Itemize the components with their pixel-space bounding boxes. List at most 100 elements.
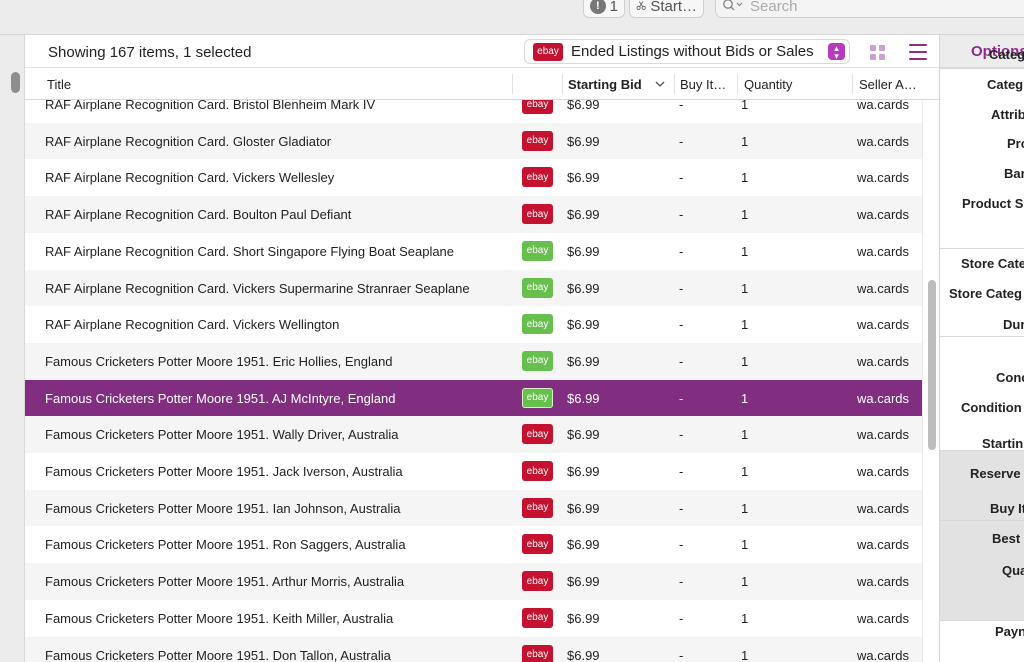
- row-starting-bid: $6.99: [567, 100, 600, 112]
- options-field-label: Startin: [982, 436, 1024, 451]
- row-buy-it-now: -: [679, 243, 684, 259]
- row-starting-bid: $6.99: [567, 280, 600, 296]
- row-starting-bid: $6.99: [567, 537, 600, 553]
- row-quantity: 1: [741, 610, 749, 626]
- search-field[interactable]: Search: [715, 0, 1024, 18]
- row-buy-it-now: -: [679, 427, 684, 443]
- column-headers: Title Starting Bid Buy It… Quantity Sell…: [25, 68, 939, 100]
- row-quantity: 1: [741, 100, 749, 112]
- ebay-status-icon: ebay: [522, 100, 553, 114]
- options-divider: [940, 68, 1024, 69]
- table-row[interactable]: RAF Airplane Recognition Card. Vickers W…: [25, 306, 922, 343]
- row-seller: wa.cards: [857, 353, 910, 369]
- alerts-button[interactable]: ! 1: [583, 0, 625, 18]
- left-sidebar-edge: [0, 35, 25, 662]
- options-section: [940, 336, 1024, 450]
- table-row-selected[interactable]: Famous Cricketers Potter Moore 1951. AJ …: [25, 379, 922, 417]
- options-field-label: Qua: [1002, 563, 1024, 578]
- table-row[interactable]: Famous Cricketers Potter Moore 1951. Ron…: [25, 526, 922, 563]
- row-quantity: 1: [741, 647, 749, 662]
- ebay-status-icon: ebay: [522, 497, 553, 518]
- row-quantity: 1: [741, 280, 749, 296]
- options-field-label: Condition: [961, 400, 1022, 415]
- table-row[interactable]: Famous Cricketers Potter Moore 1951. Eri…: [25, 342, 922, 380]
- table-row[interactable]: Famous Cricketers Potter Moore 1951. Art…: [25, 563, 922, 600]
- grid-view-icon[interactable]: [870, 45, 885, 60]
- row-title: RAF Airplane Recognition Card. Short Sin…: [45, 243, 455, 259]
- table-row[interactable]: RAF Airplane Recognition Card. Bristol B…: [25, 100, 922, 123]
- row-seller: wa.cards: [857, 647, 910, 662]
- table-row[interactable]: RAF Airplane Recognition Card. Vickers W…: [25, 159, 922, 196]
- row-starting-bid: $6.99: [567, 427, 600, 443]
- row-buy-it-now: -: [679, 280, 684, 296]
- search-placeholder: Search: [750, 0, 798, 15]
- sort-chevron-icon[interactable]: [655, 81, 665, 88]
- row-buy-it-now: -: [679, 133, 684, 149]
- table-row[interactable]: Famous Cricketers Potter Moore 1951. Wal…: [25, 416, 922, 453]
- options-field-label: Dur: [1003, 317, 1024, 332]
- table-row[interactable]: RAF Airplane Recognition Card. Vickers S…: [25, 269, 922, 307]
- sidebar-scroll-thumb[interactable]: [11, 72, 20, 93]
- row-quantity: 1: [741, 207, 749, 223]
- row-starting-bid: $6.99: [567, 464, 600, 479]
- row-title: Famous Cricketers Potter Moore 1951. Jac…: [45, 464, 403, 479]
- row-seller: wa.cards: [857, 464, 910, 479]
- table-row[interactable]: Famous Cricketers Potter Moore 1951. Ian…: [25, 489, 922, 527]
- options-divider: [940, 336, 1024, 337]
- scrollbar-thumb[interactable]: [928, 280, 936, 450]
- column-seller[interactable]: Seller A…: [859, 77, 917, 92]
- column-divider: [737, 74, 738, 94]
- vertical-scrollbar[interactable]: [922, 100, 939, 662]
- row-buy-it-now: -: [679, 390, 684, 406]
- row-buy-it-now: -: [679, 574, 684, 590]
- column-buy-it-now[interactable]: Buy It…: [680, 77, 726, 92]
- ebay-logo-icon: ebay: [533, 42, 563, 61]
- row-buy-it-now: -: [679, 537, 684, 553]
- row-title: Famous Cricketers Potter Moore 1951. Eri…: [45, 353, 393, 369]
- column-divider: [852, 74, 853, 94]
- column-quantity[interactable]: Quantity: [744, 77, 792, 92]
- table-row[interactable]: Famous Cricketers Potter Moore 1951. Don…: [25, 636, 922, 662]
- row-starting-bid: $6.99: [567, 647, 600, 662]
- listing-filter-select[interactable]: ebay Ended Listings without Bids or Sale…: [524, 39, 850, 64]
- row-starting-bid: $6.99: [567, 500, 600, 516]
- ebay-status-icon: ebay: [522, 277, 553, 298]
- table-row[interactable]: Famous Cricketers Potter Moore 1951. Kei…: [25, 600, 922, 637]
- list-view-icon[interactable]: [909, 44, 927, 60]
- row-starting-bid: $6.99: [567, 390, 600, 406]
- table-row[interactable]: RAF Airplane Recognition Card. Gloster G…: [25, 122, 922, 160]
- options-field-label: Store Cate: [961, 256, 1024, 271]
- row-title: Famous Cricketers Potter Moore 1951. Ron…: [45, 537, 406, 553]
- ebay-status-icon: ebay: [522, 424, 553, 445]
- options-divider: [940, 520, 1024, 521]
- table-row[interactable]: RAF Airplane Recognition Card. Short Sin…: [25, 233, 922, 270]
- listing-filter-value: Ended Listings without Bids or Sales: [571, 43, 814, 60]
- options-field-label: Categ: [989, 47, 1024, 62]
- row-title: Famous Cricketers Potter Moore 1951. Don…: [45, 647, 391, 662]
- row-quantity: 1: [741, 390, 749, 406]
- list-header: Showing 167 items, 1 selected ebay Ended…: [25, 35, 939, 68]
- row-starting-bid: $6.99: [567, 243, 600, 259]
- column-divider: [512, 74, 513, 94]
- row-quantity: 1: [741, 243, 749, 259]
- row-seller: wa.cards: [857, 610, 910, 626]
- options-divider: [940, 248, 1024, 249]
- start-button[interactable]: Start…: [629, 0, 704, 18]
- table-row[interactable]: Famous Cricketers Potter Moore 1951. Jac…: [25, 453, 922, 490]
- start-label: Start…: [650, 0, 697, 15]
- row-starting-bid: $6.99: [567, 610, 600, 626]
- row-title: RAF Airplane Recognition Card. Vickers W…: [45, 317, 340, 333]
- row-buy-it-now: -: [679, 610, 684, 626]
- row-quantity: 1: [741, 537, 749, 553]
- row-starting-bid: $6.99: [567, 317, 600, 333]
- column-divider: [674, 74, 675, 94]
- options-section: [940, 68, 1024, 248]
- ebay-status-icon: ebay: [522, 204, 553, 225]
- row-title: RAF Airplane Recognition Card. Vickers S…: [45, 280, 470, 296]
- column-starting-bid[interactable]: Starting Bid: [568, 77, 642, 92]
- table-row[interactable]: RAF Airplane Recognition Card. Boulton P…: [25, 196, 922, 233]
- column-title[interactable]: Title: [47, 77, 71, 92]
- row-buy-it-now: -: [679, 207, 684, 223]
- row-seller: wa.cards: [857, 207, 910, 223]
- row-quantity: 1: [741, 133, 749, 149]
